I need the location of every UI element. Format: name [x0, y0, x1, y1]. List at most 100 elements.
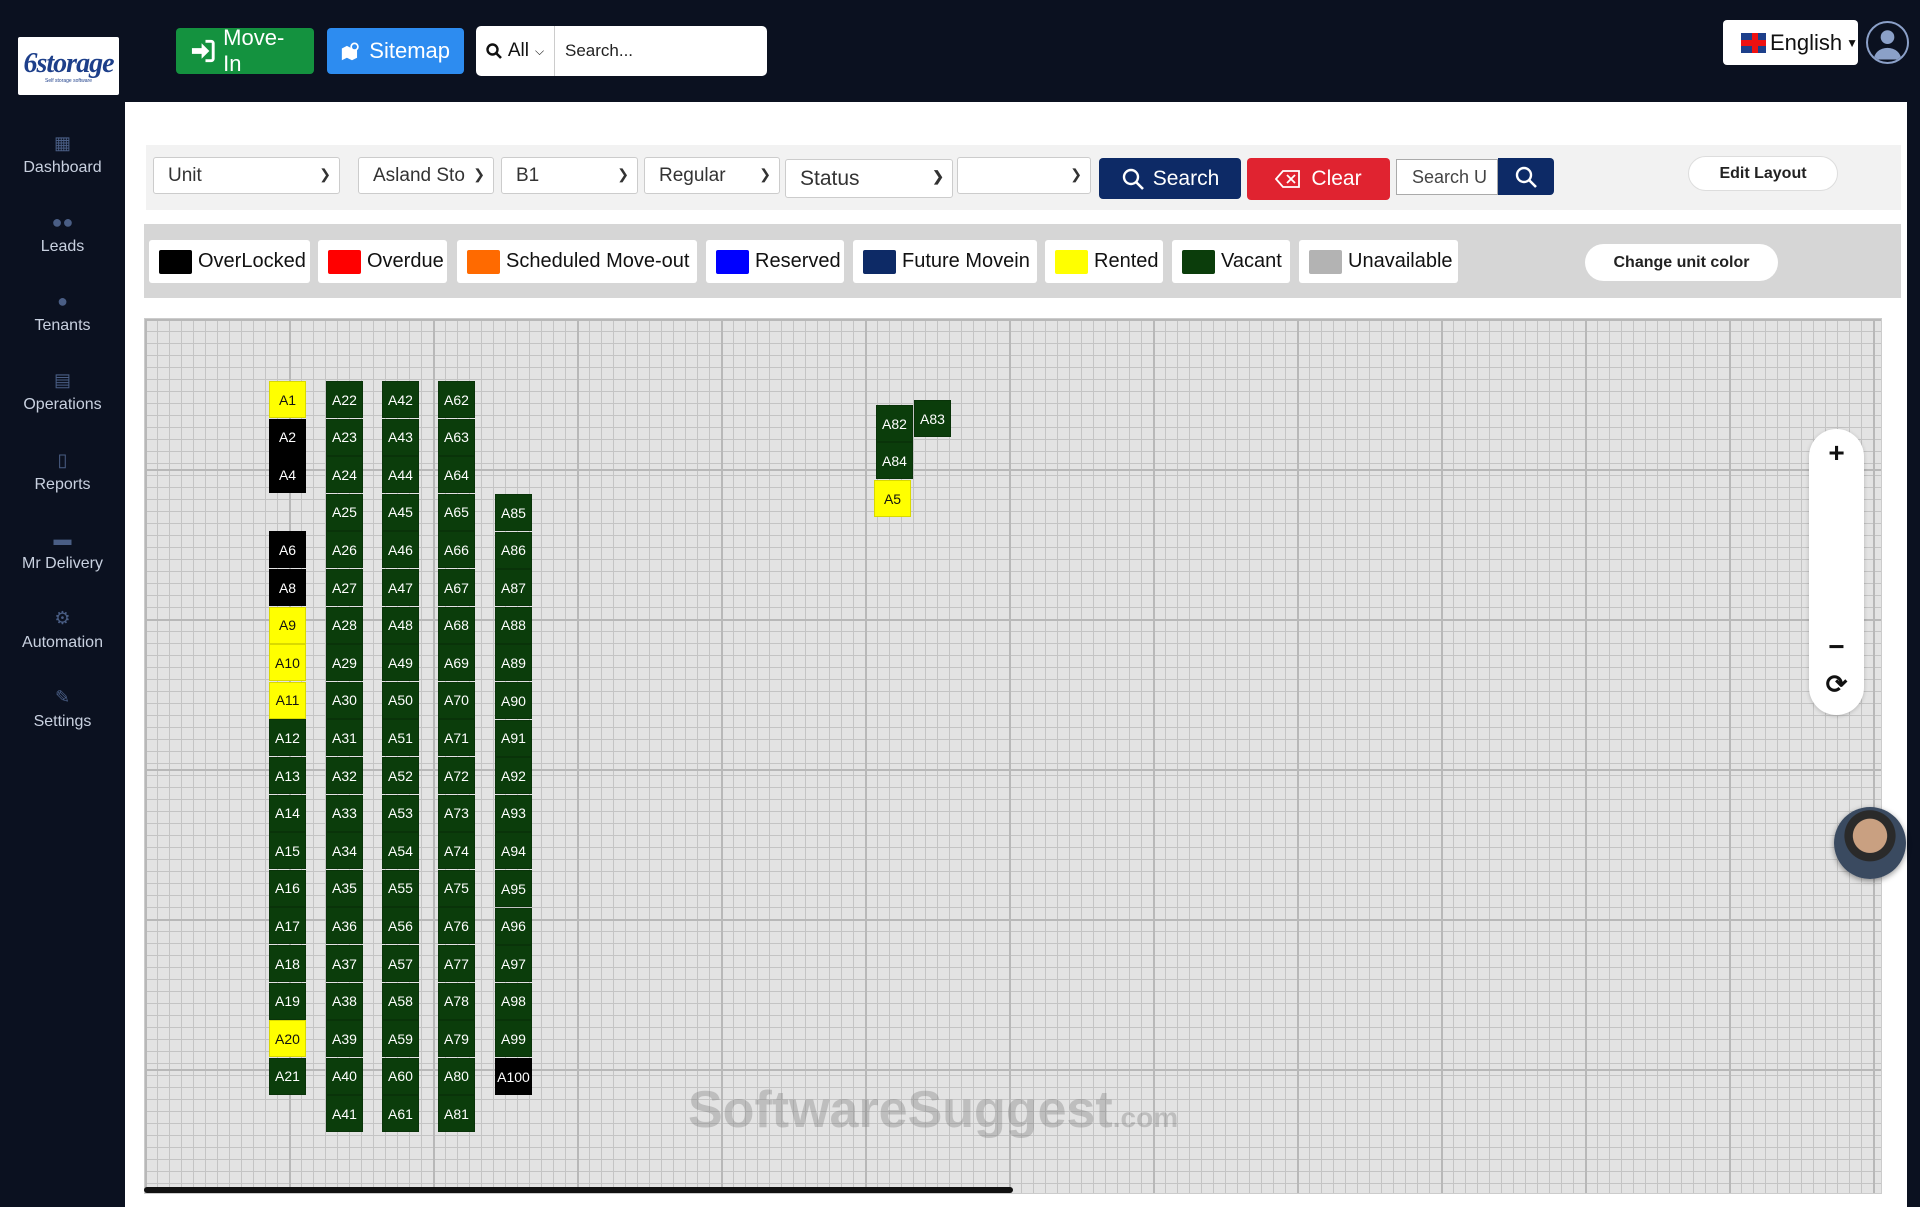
unit-tile-a29[interactable]: A29: [326, 644, 363, 682]
unit-tile-a41[interactable]: A41: [326, 1095, 363, 1133]
unit-tile-a84[interactable]: A84: [876, 442, 913, 479]
unit-tile-a82[interactable]: A82: [876, 405, 913, 442]
unit-tile-a56[interactable]: A56: [382, 907, 419, 945]
zoom-in-button[interactable]: +: [1809, 437, 1864, 469]
support-chat-avatar[interactable]: [1834, 807, 1906, 879]
unit-tile-a98[interactable]: A98: [495, 982, 532, 1020]
unit-search-button[interactable]: [1498, 158, 1554, 195]
sidebar-item-automation[interactable]: ⚙ Automation: [0, 582, 125, 652]
sidebar-item-leads[interactable]: ●● Leads: [0, 186, 125, 256]
unit-tile-a66[interactable]: A66: [438, 531, 475, 569]
unit-tile-a93[interactable]: A93: [495, 794, 532, 832]
unit-tile-a79[interactable]: A79: [438, 1020, 475, 1058]
unit-tile-a43[interactable]: A43: [382, 418, 419, 456]
unit-tile-a34[interactable]: A34: [326, 832, 363, 870]
unit-tile-a49[interactable]: A49: [382, 644, 419, 682]
unit-tile-a14[interactable]: A14: [269, 794, 306, 832]
edit-layout-button[interactable]: Edit Layout: [1688, 156, 1838, 191]
unit-tile-a88[interactable]: A88: [495, 606, 532, 644]
unit-tile-a96[interactable]: A96: [495, 907, 532, 945]
unit-tile-a54[interactable]: A54: [382, 832, 419, 870]
unit-search-input[interactable]: Search U: [1396, 159, 1498, 195]
unit-tile-a38[interactable]: A38: [326, 982, 363, 1020]
unit-tile-a71[interactable]: A71: [438, 719, 475, 757]
sidebar-item-mr-delivery[interactable]: ▬ Mr Delivery: [0, 503, 125, 573]
language-selector[interactable]: English ▼: [1723, 20, 1858, 65]
site-map-grid[interactable]: A1 A2 A4 A6 A8 A9 A10 A11 A12 A13 A14 A15 A16 A17 A18 A…: [144, 318, 1882, 1194]
sidebar-item-tenants[interactable]: ● Tenants: [0, 265, 125, 335]
unit-tile-a78[interactable]: A78: [438, 982, 475, 1020]
unit-tile-a52[interactable]: A52: [382, 757, 419, 794]
unit-tile-a57[interactable]: A57: [382, 945, 419, 982]
unit-tile-a58[interactable]: A58: [382, 982, 419, 1020]
unit-tile-a27[interactable]: A27: [326, 569, 363, 606]
unit-tile-a45[interactable]: A45: [382, 493, 419, 531]
unit-tile-a90[interactable]: A90: [495, 682, 532, 719]
unit-tile-a11[interactable]: A11: [269, 681, 306, 719]
unit-tile-a76[interactable]: A76: [438, 907, 475, 945]
unit-tile-a92[interactable]: A92: [495, 757, 532, 795]
unit-tile-a35[interactable]: A35: [326, 869, 363, 907]
unit-tile-a77[interactable]: A77: [438, 945, 475, 982]
unit-tile-a89[interactable]: A89: [495, 644, 532, 682]
unit-tile-a81[interactable]: A81: [438, 1095, 475, 1133]
unit-tile-a83[interactable]: A83: [914, 400, 951, 437]
unit-tile-a30[interactable]: A30: [326, 681, 363, 719]
sidebar-item-reports[interactable]: ▯ Reports: [0, 424, 125, 494]
app-logo[interactable]: 6storage Self storage software: [18, 37, 119, 95]
status-select[interactable]: Status ❯: [785, 159, 953, 198]
unit-tile-a36[interactable]: A36: [326, 907, 363, 945]
unit-tile-a31[interactable]: A31: [326, 719, 363, 757]
building-select[interactable]: B1 ❯: [501, 157, 638, 194]
unit-tile-a39[interactable]: A39: [326, 1020, 363, 1058]
unit-tile-a62[interactable]: A62: [438, 381, 475, 418]
unit-tile-a69[interactable]: A69: [438, 644, 475, 682]
unit-tile-a10[interactable]: A10: [269, 644, 306, 682]
unit-tile-a60[interactable]: A60: [382, 1057, 419, 1095]
unit-tile-a16[interactable]: A16: [269, 869, 306, 907]
unit-tile-a18[interactable]: A18: [269, 945, 306, 982]
unit-tile-a75[interactable]: A75: [438, 869, 475, 907]
unit-tile-a28[interactable]: A28: [326, 606, 363, 644]
type-select[interactable]: Unit ❯: [153, 157, 340, 194]
unit-tile-a5[interactable]: A5: [874, 480, 911, 517]
unit-tile-a33[interactable]: A33: [326, 794, 363, 832]
unit-tile-a64[interactable]: A64: [438, 456, 475, 494]
unit-tile-a44[interactable]: A44: [382, 456, 419, 494]
facility-select[interactable]: Asland Sto ❯: [358, 157, 494, 194]
unit-tile-a65[interactable]: A65: [438, 493, 475, 531]
search-scope-dropdown[interactable]: All ⌵: [476, 26, 555, 76]
unit-tile-a25[interactable]: A25: [326, 493, 363, 531]
unit-tile-a68[interactable]: A68: [438, 606, 475, 644]
unit-tile-a47[interactable]: A47: [382, 569, 419, 606]
unit-tile-a51[interactable]: A51: [382, 719, 419, 757]
unit-tile-a55[interactable]: A55: [382, 869, 419, 907]
unit-tile-a12[interactable]: A12: [269, 719, 306, 757]
unit-tile-a42[interactable]: A42: [382, 381, 419, 418]
unit-tile-a46[interactable]: A46: [382, 531, 419, 569]
move-in-button[interactable]: Move-In: [176, 25, 314, 76]
unit-tile-a48[interactable]: A48: [382, 606, 419, 644]
unit-tile-a26[interactable]: A26: [326, 531, 363, 569]
unit-tile-a87[interactable]: A87: [495, 569, 532, 607]
reset-zoom-icon[interactable]: ⟳: [1809, 669, 1864, 700]
search-button[interactable]: Search: [1099, 158, 1241, 199]
unit-tile-a97[interactable]: A97: [495, 945, 532, 983]
user-avatar-icon[interactable]: [1866, 21, 1909, 64]
unit-tile-a2[interactable]: A2: [269, 418, 306, 456]
unit-tile-a32[interactable]: A32: [326, 757, 363, 794]
clear-button[interactable]: Clear: [1247, 158, 1390, 200]
horizontal-scrollbar[interactable]: [144, 1187, 1013, 1193]
unit-tile-a8[interactable]: A8: [269, 569, 306, 606]
sidebar-item-dashboard[interactable]: ▦ Dashboard: [0, 107, 125, 177]
unit-tile-a40[interactable]: A40: [326, 1057, 363, 1095]
unit-tile-a1[interactable]: A1: [269, 381, 306, 418]
unit-tile-a95[interactable]: A95: [495, 870, 532, 907]
unit-tile-a63[interactable]: A63: [438, 418, 475, 456]
unit-tile-a70[interactable]: A70: [438, 681, 475, 719]
unit-tile-a85[interactable]: A85: [495, 494, 532, 531]
unit-tile-a53[interactable]: A53: [382, 794, 419, 832]
sidebar-item-operations[interactable]: ▤ Operations: [0, 344, 125, 414]
unit-tile-a61[interactable]: A61: [382, 1095, 419, 1133]
unit-tile-a17[interactable]: A17: [269, 907, 306, 945]
